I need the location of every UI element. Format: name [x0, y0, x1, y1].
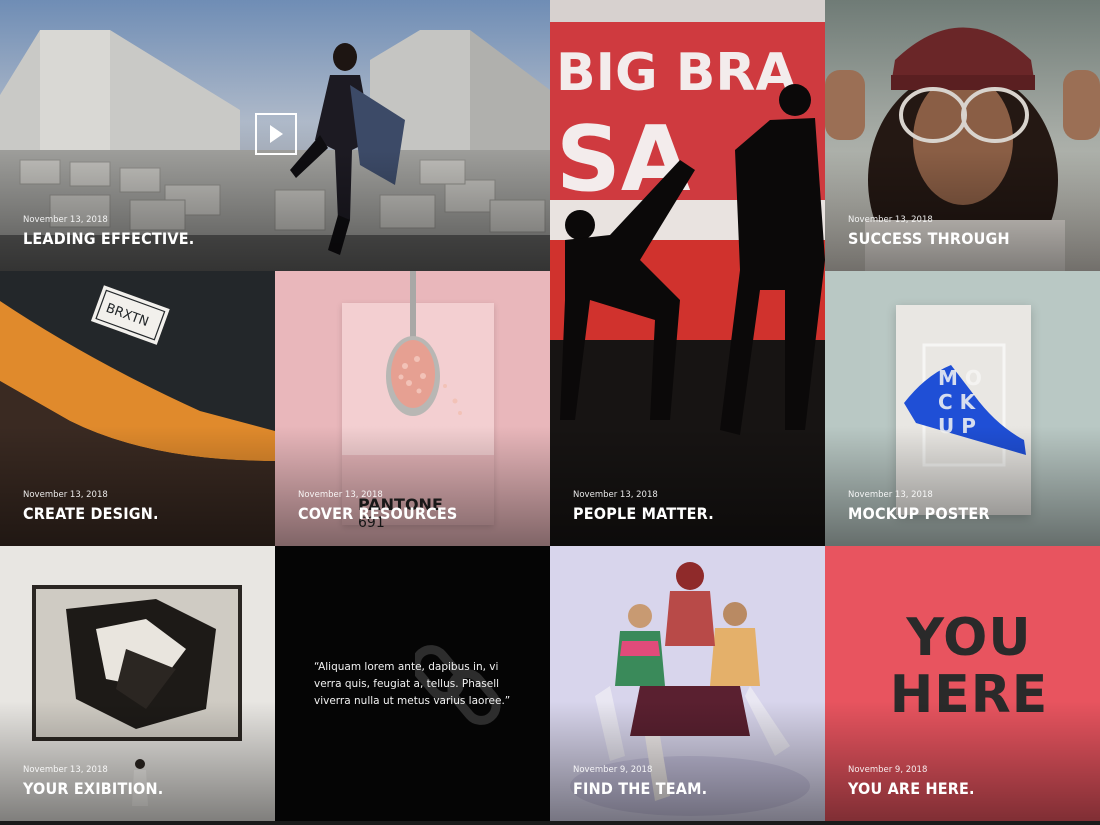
svg-text:M O: M O [938, 366, 982, 390]
mockup-poster-sheet: M O C K U P [896, 305, 1031, 515]
post-title[interactable]: SUCCESS THROUGH [848, 231, 1084, 247]
post-tile-your-exibition[interactable]: November 13, 2018 YOUR EXIBITION. [0, 546, 275, 821]
post-tile-you-are-here[interactable]: YOU HERE November 9, 2018 YOU ARE HERE. [825, 546, 1100, 821]
post-tile-create-design[interactable]: BRXTN November 13, 2018 CREATE DESIGN. [0, 271, 275, 546]
post-title[interactable]: LEADING EFFECTIVE. [23, 231, 534, 247]
svg-text:C K: C K [938, 390, 977, 414]
sign-text: BIG BRA [556, 43, 796, 103]
play-button[interactable] [255, 113, 297, 155]
tile-meta: November 9, 2018 YOU ARE HERE. [848, 765, 1084, 797]
post-tile-cover-resources[interactable]: PANTONE 691 November 13, 2018 COVER RESO… [275, 271, 550, 546]
tile-meta: November 13, 2018 YOUR EXIBITION. [23, 765, 259, 797]
post-title[interactable]: CREATE DESIGN. [23, 506, 259, 522]
tile-meta: November 13, 2018 CREATE DESIGN. [23, 490, 259, 522]
tile-meta: November 13, 2018 SUCCESS THROUGH [848, 215, 1084, 247]
you-here-lettering: YOU HERE [889, 608, 1049, 726]
post-tile-people-matter[interactable]: November 13, 2018 PEOPLE MATTER. [550, 271, 825, 546]
tile-meta: November 13, 2018 LEADING EFFECTIVE. [23, 215, 534, 247]
post-date: November 13, 2018 [848, 490, 933, 500]
post-date: November 13, 2018 [23, 765, 108, 775]
post-tile-find-the-team[interactable]: November 9, 2018 FIND THE TEAM. [550, 546, 825, 821]
post-title[interactable]: YOUR EXIBITION. [23, 781, 259, 797]
svg-text:U P: U P [938, 414, 976, 438]
post-title[interactable]: COVER RESOURCES [298, 506, 534, 522]
artwork-illustration [36, 589, 238, 737]
tile-meta: November 13, 2018 COVER RESOURCES [298, 490, 534, 522]
post-title[interactable]: FIND THE TEAM. [573, 781, 809, 797]
post-title[interactable]: MOCKUP POSTER [848, 506, 1084, 522]
tile-meta: November 9, 2018 FIND THE TEAM. [573, 765, 809, 797]
post-date: November 13, 2018 [23, 215, 108, 225]
post-quote: “Aliquam lorem ante, dapibus in, vi verr… [314, 661, 511, 707]
tile-meta: November 13, 2018 MOCKUP POSTER [848, 490, 1084, 522]
post-tile-leading-effective[interactable]: November 13, 2018 LEADING EFFECTIVE. [0, 0, 550, 271]
post-title[interactable]: PEOPLE MATTER. [573, 506, 809, 522]
shoe-illustration: M O C K U P [904, 343, 1026, 467]
post-tile-success-through[interactable]: November 13, 2018 SUCCESS THROUGH [825, 0, 1100, 271]
post-tile-mockup-poster[interactable]: M O C K U P November 13, 2018 MOCKUP POS… [825, 271, 1100, 546]
post-date: November 9, 2018 [573, 765, 653, 775]
post-date: November 13, 2018 [298, 490, 383, 500]
post-date: November 13, 2018 [573, 490, 658, 500]
play-icon [270, 125, 283, 143]
post-title[interactable]: YOU ARE HERE. [848, 781, 1084, 797]
tile-meta: November 13, 2018 PEOPLE MATTER. [573, 490, 809, 522]
tile-shade [550, 426, 825, 546]
post-date: November 13, 2018 [848, 215, 933, 225]
artwork-frame [32, 585, 242, 741]
post-date: November 9, 2018 [848, 765, 928, 775]
post-tile-quote[interactable]: “Aliquam lorem ante, dapibus in, vi verr… [275, 546, 550, 821]
post-date: November 13, 2018 [23, 490, 108, 500]
